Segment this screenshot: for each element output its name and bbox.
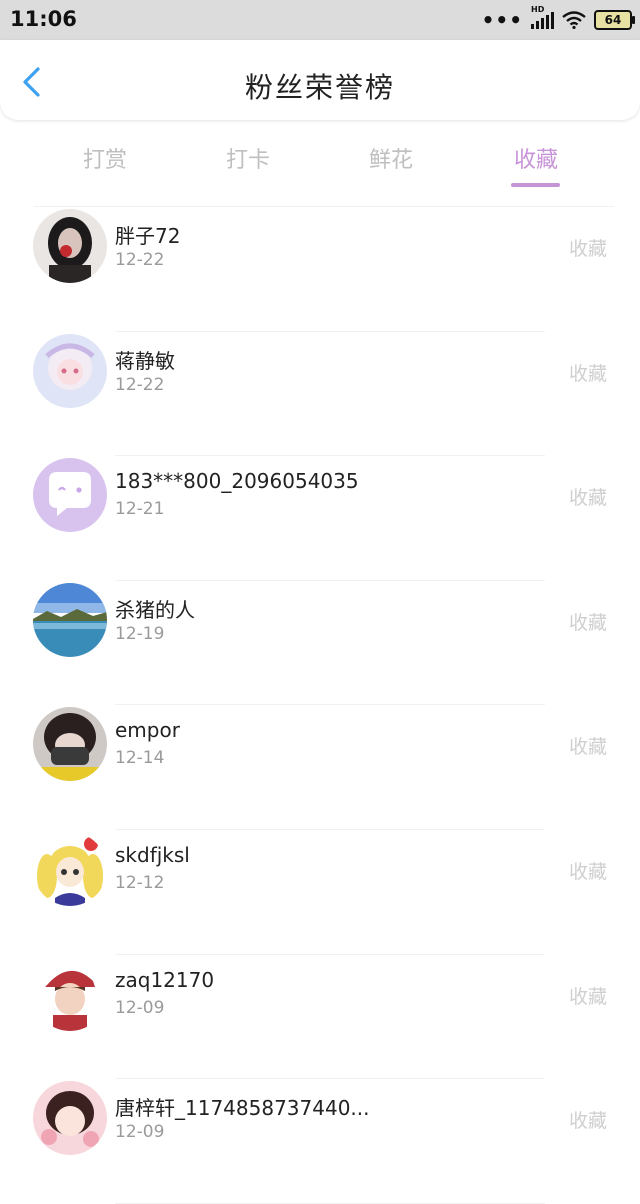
favorite-date: 12-14 [115,748,165,769]
battery-icon: 64 [594,10,635,30]
favorite-date: 12-22 [115,374,165,395]
list-item[interactable]: 183***800_2096054035 12-21 收藏 [0,456,640,581]
user-name: 杀猪的人 [115,597,195,622]
notification-dots-icon: ••• [481,8,523,32]
active-tab-indicator [511,183,560,187]
list-item[interactable]: zaq12170 12-09 收藏 [0,955,640,1080]
favorite-label: 收藏 [568,985,607,1008]
tab-reward[interactable]: 打赏 [50,142,160,174]
hd-label: HD [531,5,545,14]
tab-checkin[interactable]: 打卡 [193,142,303,174]
favorite-label: 收藏 [568,736,607,759]
favorite-date: 12-09 [115,1122,165,1143]
user-name: 蒋静敏 [115,348,175,373]
tab-bar: 打赏 打卡 鲜花 收藏 [0,130,640,200]
favorite-label: 收藏 [568,1110,607,1133]
user-name: empor [115,718,180,743]
status-time: 11:06 [10,7,77,31]
wifi-icon [562,11,586,29]
tab-flowers[interactable]: 鲜花 [336,142,446,174]
fan-list: 胖子72 12-22 收藏 蒋静敏 12-22 收藏 183***800_209… [0,207,640,1204]
user-name: 胖子72 [115,224,181,248]
avatar[interactable] [33,458,107,533]
favorite-date: 12-21 [115,499,165,520]
status-bar: 11:06 ••• HD 64 [0,0,640,40]
status-icons: ••• HD 64 [481,5,635,32]
cell-signal-icon: HD [531,5,554,29]
list-item[interactable]: 蒋静敏 12-22 收藏 [0,332,640,457]
avatar[interactable] [33,582,107,657]
avatar[interactable] [33,333,107,408]
favorite-label: 收藏 [568,860,607,883]
list-item[interactable]: skdfjksl 12-12 收藏 [0,830,640,955]
avatar[interactable] [33,209,107,283]
favorite-label: 收藏 [568,487,607,510]
avatar[interactable] [33,1081,107,1156]
list-item[interactable]: 唐梓轩_1174858737440... 12-09 收藏 [0,1079,640,1204]
favorite-date: 12-09 [115,997,165,1018]
user-name: 183***800_2096054035 [115,469,359,494]
user-name: zaq12170 [115,967,215,992]
avatar[interactable] [33,707,107,782]
header-bar: 粉丝荣誉榜 [0,40,640,120]
favorite-label: 收藏 [568,238,607,260]
list-item[interactable]: 杀猪的人 12-19 收藏 [0,581,640,706]
favorite-label: 收藏 [568,362,607,385]
favorite-date: 12-19 [115,623,165,644]
page-title: 粉丝荣誉榜 [244,71,395,104]
avatar[interactable] [33,956,107,1031]
tab-favorites[interactable]: 收藏 [481,142,591,174]
favorite-label: 收藏 [568,611,607,634]
avatar[interactable] [33,831,107,906]
user-name: 唐梓轩_1174858737440... [115,1096,370,1121]
user-name: skdfjksl [115,842,190,867]
favorite-date: 12-22 [115,250,165,270]
list-item[interactable]: empor 12-14 收藏 [0,705,640,830]
list-item[interactable]: 胖子72 12-22 收藏 [0,207,640,332]
favorite-date: 12-12 [115,872,165,893]
